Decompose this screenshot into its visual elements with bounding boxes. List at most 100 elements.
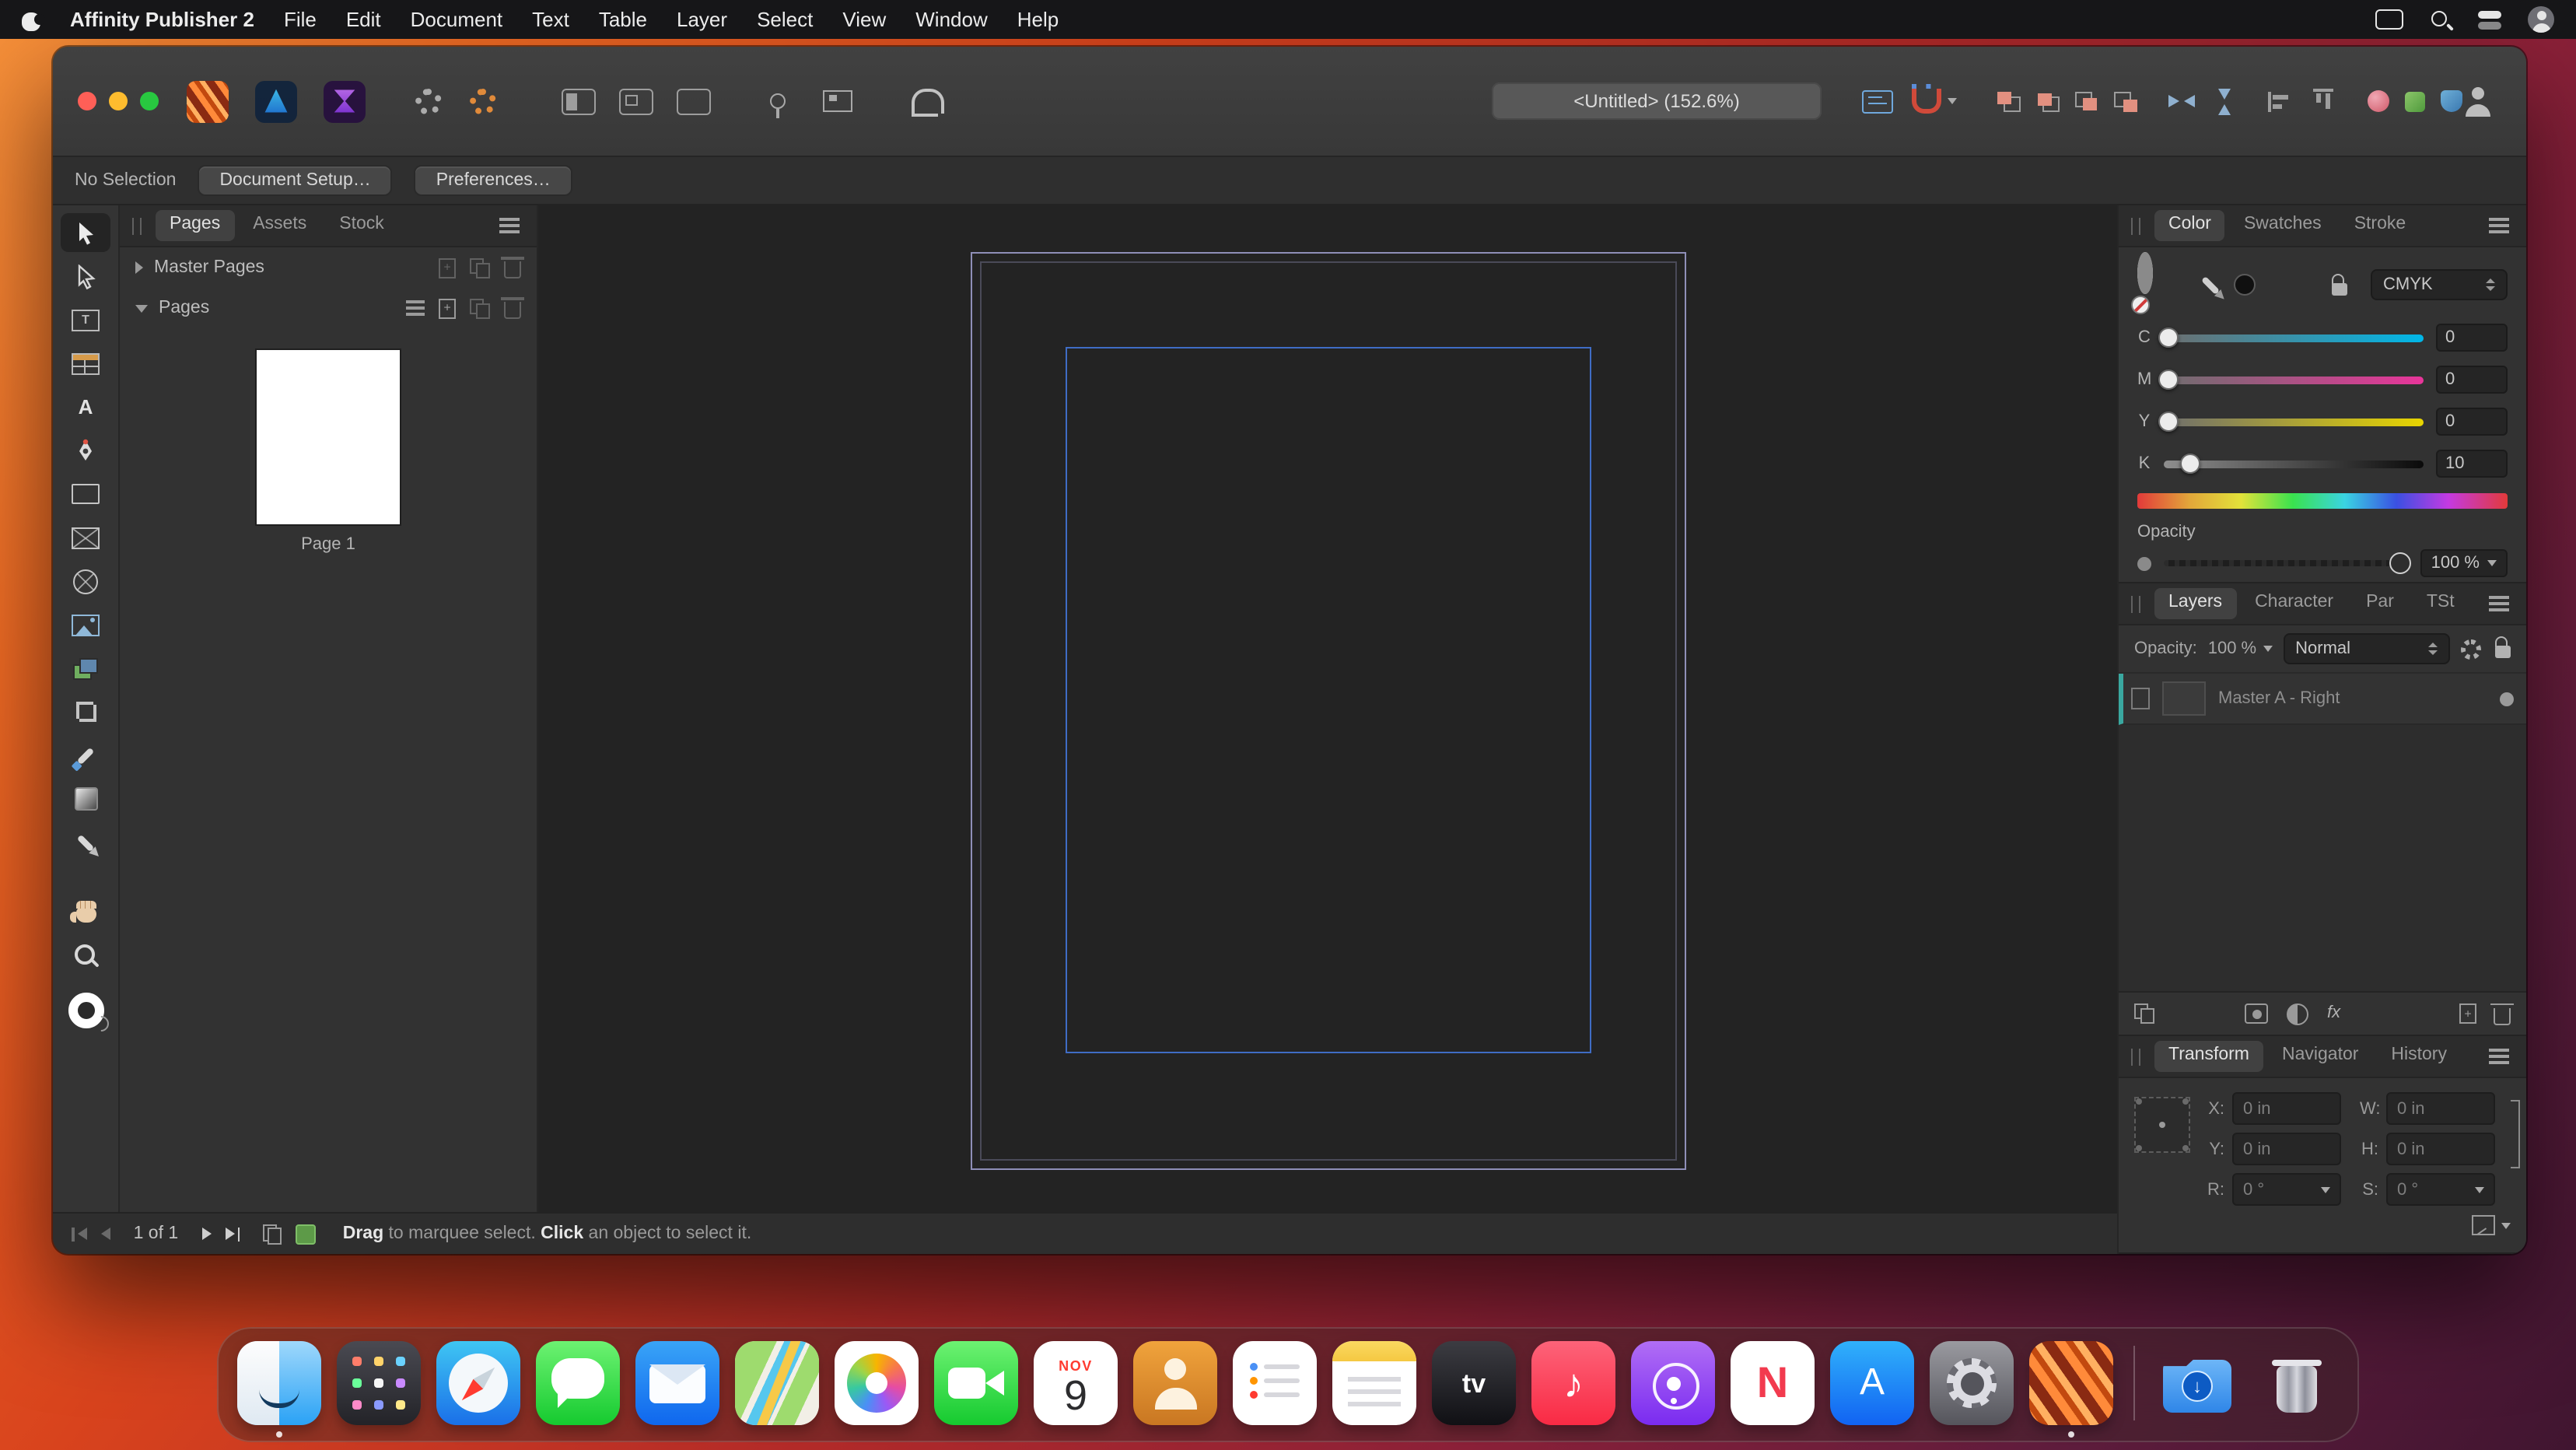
panel-grip[interactable] (2131, 217, 2140, 234)
tab-text-styles[interactable]: TSt (2413, 589, 2469, 619)
cyan-slider[interactable] (2164, 334, 2424, 341)
color-mode-select[interactable]: CMYK (2371, 269, 2508, 300)
style-picker-tool[interactable] (61, 736, 110, 775)
chevron-down-icon[interactable] (2501, 1222, 2511, 1228)
menu-window[interactable]: Window (915, 8, 988, 31)
transform-mode-icon[interactable] (2472, 1215, 2495, 1235)
layer-name[interactable]: Master A - Right (2218, 689, 2340, 708)
rotation-input[interactable]: 0 ° (2232, 1173, 2341, 1206)
app-settings-gear-icon[interactable] (415, 88, 442, 114)
h-input[interactable]: 0 in (2386, 1133, 2495, 1165)
table-tool[interactable] (61, 344, 110, 383)
dock-reminders[interactable] (1233, 1341, 1317, 1425)
menu-text[interactable]: Text (532, 8, 569, 31)
opacity-slider[interactable] (2164, 560, 2408, 566)
mask-layer-icon[interactable] (2245, 1003, 2268, 1024)
tab-pages[interactable]: Pages (156, 211, 234, 241)
document-title[interactable]: <Untitled> (152.6%) (1492, 82, 1822, 120)
panel-menu-icon[interactable] (2489, 224, 2509, 227)
panel-menu-icon[interactable] (499, 224, 520, 227)
document-page[interactable] (970, 252, 1685, 1170)
dock-app-store[interactable]: A (1830, 1341, 1914, 1425)
blend-options-gear-icon[interactable] (2461, 639, 2481, 659)
panel-grip[interactable] (132, 217, 142, 234)
tab-history[interactable]: History (2377, 1042, 2461, 1072)
dock-trash[interactable] (2255, 1341, 2339, 1425)
menu-layer[interactable]: Layer (677, 8, 727, 31)
menu-file[interactable]: File (284, 8, 317, 31)
place-image-tool[interactable] (61, 605, 110, 644)
picture-frame-rectangle-tool[interactable] (61, 518, 110, 557)
no-fill-swatch[interactable] (2131, 296, 2150, 314)
rectangle-tool[interactable] (61, 475, 110, 513)
photo-persona-icon[interactable] (324, 80, 366, 122)
preflight-icon[interactable] (296, 1224, 317, 1244)
eyedropper-icon[interactable] (2201, 275, 2220, 294)
tab-stroke[interactable]: Stroke (2340, 211, 2420, 241)
next-page-button[interactable] (201, 1228, 211, 1240)
duplicate-master-icon[interactable] (470, 257, 490, 278)
align-horizontal-icon[interactable] (2268, 91, 2294, 111)
publisher-persona-icon[interactable] (187, 80, 229, 122)
preferences-button[interactable]: Preferences… (415, 165, 572, 196)
dock-finder[interactable] (237, 1341, 321, 1425)
dock-safari[interactable] (436, 1341, 520, 1425)
adjustment-layer-icon[interactable] (2287, 1003, 2308, 1024)
move-to-front-icon[interactable] (1997, 91, 2021, 111)
minimize-window-button[interactable] (109, 92, 128, 110)
layer-thumbnail[interactable] (2162, 681, 2206, 716)
lock-icon[interactable] (2332, 282, 2347, 295)
apple-menu-icon[interactable] (22, 8, 40, 31)
hue-spectrum-bar[interactable] (2137, 493, 2508, 509)
page-1-thumbnail[interactable] (257, 350, 400, 524)
secondary-color-swatch[interactable] (2234, 274, 2256, 296)
tab-swatches[interactable]: Swatches (2230, 211, 2336, 241)
layer-row[interactable]: Master A - Right (2119, 674, 2526, 725)
designer-persona-icon[interactable] (255, 80, 297, 122)
zoom-tool[interactable] (61, 935, 110, 974)
tab-stock[interactable]: Stock (325, 211, 398, 241)
node-tool[interactable] (61, 257, 110, 296)
tab-assets[interactable]: Assets (239, 211, 320, 241)
dock-mail[interactable] (635, 1341, 719, 1425)
y-input[interactable]: 0 in (2232, 1133, 2341, 1165)
text-frame-icon[interactable] (1862, 89, 1893, 113)
document-setup-gear-icon[interactable] (470, 88, 496, 114)
delete-layer-icon[interactable] (2494, 1007, 2511, 1024)
color-picker-tool[interactable] (61, 823, 110, 862)
move-to-back-icon[interactable] (2114, 91, 2137, 111)
menu-document[interactable]: Document (411, 8, 503, 31)
move-backward-icon[interactable] (2075, 91, 2098, 111)
tab-character[interactable]: Character (2241, 589, 2347, 619)
dock-downloads-folder[interactable] (2155, 1341, 2239, 1425)
document-canvas[interactable] (538, 205, 2117, 1212)
hand-tool[interactable] (61, 891, 110, 930)
cyan-value[interactable]: 0 (2436, 324, 2508, 352)
pen-tool[interactable] (61, 431, 110, 470)
menu-view[interactable]: View (842, 8, 886, 31)
dock-maps[interactable] (735, 1341, 819, 1425)
dock-news[interactable]: N (1731, 1341, 1815, 1425)
dock-calendar[interactable]: NOV 9 (1034, 1341, 1118, 1425)
dock-system-settings[interactable] (1930, 1341, 2014, 1425)
shear-input[interactable]: 0 ° (2386, 1173, 2495, 1206)
insert-on-top-icon[interactable] (2441, 90, 2462, 112)
yellow-value[interactable]: 0 (2436, 408, 2508, 436)
guide-icon[interactable] (770, 93, 786, 109)
dock-music[interactable]: ♪ (1531, 1341, 1615, 1425)
insert-behind-icon[interactable] (2368, 90, 2389, 112)
anchor-point-selector[interactable] (2134, 1097, 2190, 1153)
add-layer-icon[interactable] (2459, 1003, 2476, 1024)
insert-inside-icon[interactable] (2405, 91, 2425, 111)
swatches-stack-tool[interactable] (61, 649, 110, 688)
x-input[interactable]: 0 in (2232, 1092, 2341, 1125)
artistic-text-tool[interactable]: A (61, 387, 110, 426)
zoom-window-button[interactable] (140, 92, 159, 110)
opacity-value[interactable]: 100 % (2420, 549, 2508, 577)
layer-opacity-select[interactable]: 100 % (2208, 639, 2272, 658)
last-page-button[interactable] (225, 1227, 240, 1241)
delete-master-icon[interactable] (504, 261, 521, 278)
panel-menu-icon[interactable] (2489, 1055, 2509, 1058)
magenta-slider[interactable] (2164, 376, 2424, 384)
chevron-down-icon[interactable] (135, 304, 148, 312)
